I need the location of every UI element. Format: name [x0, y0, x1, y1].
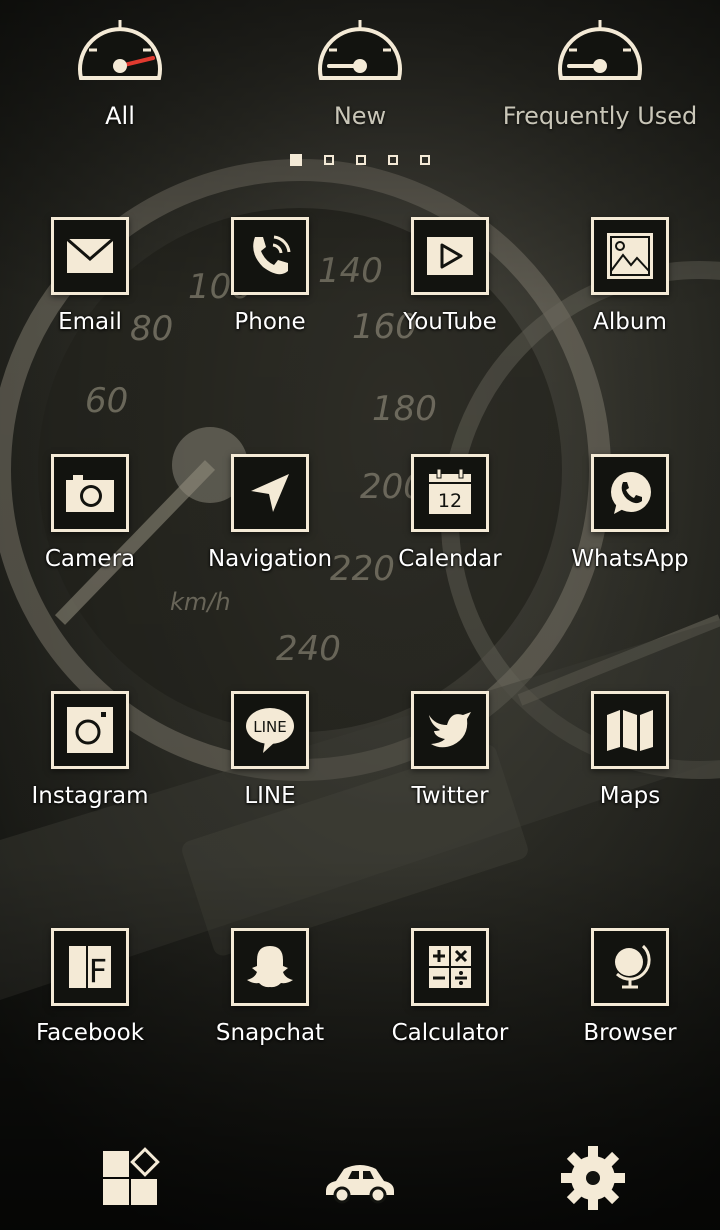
app-label: Album: [593, 309, 667, 335]
facebook-icon: F: [69, 946, 111, 990]
app-label: Maps: [599, 783, 661, 809]
settings-button[interactable]: [548, 1140, 638, 1216]
envelope-icon: [66, 237, 114, 273]
map-icon: [607, 710, 653, 751]
tab-label: Frequently Used: [502, 102, 698, 130]
app-label: Calculator: [391, 1020, 509, 1046]
app-navigation[interactable]: Navigation: [180, 454, 360, 614]
speedometer-icon: [78, 20, 162, 80]
app-whatsapp[interactable]: WhatsApp: [540, 454, 720, 614]
tab-all[interactable]: All: [0, 10, 240, 140]
ghost-icon: [247, 946, 293, 988]
app-label: Instagram: [31, 783, 149, 809]
app-label: Browser: [583, 1020, 677, 1046]
app-tile: [591, 454, 669, 532]
app-tile: [231, 928, 309, 1006]
widgets-button[interactable]: [84, 1140, 174, 1216]
app-tile: [591, 217, 669, 295]
tab-new[interactable]: New: [240, 10, 480, 140]
app-calendar[interactable]: 12 Calendar: [360, 454, 540, 614]
globe-icon: [615, 944, 651, 989]
app-label: Twitter: [411, 783, 489, 809]
instagram-icon: [67, 707, 113, 753]
app-label: Email: [58, 309, 122, 335]
app-tile: [411, 691, 489, 769]
app-camera[interactable]: Camera: [0, 454, 180, 614]
calendar-icon: 12: [429, 468, 471, 514]
app-maps[interactable]: Maps: [540, 691, 720, 851]
app-label: Facebook: [35, 1020, 145, 1046]
app-calculator[interactable]: Calculator: [360, 928, 540, 1088]
gear-icon: [561, 1146, 625, 1210]
app-tile: [231, 217, 309, 295]
app-youtube[interactable]: YouTube: [360, 217, 540, 377]
page-indicator: [0, 154, 720, 168]
speedometer-icon: [558, 20, 642, 80]
app-album[interactable]: Album: [540, 217, 720, 377]
page-dot[interactable]: [356, 155, 366, 165]
app-label: Phone: [234, 309, 306, 335]
app-phone[interactable]: Phone: [180, 217, 360, 377]
speedometer-icon: [318, 20, 402, 80]
arrow-icon: [251, 474, 289, 512]
app-tile: [231, 454, 309, 532]
tab-frequently-used[interactable]: Frequently Used: [480, 10, 720, 140]
line-logo-text: LINE: [253, 718, 286, 736]
app-label: LINE: [244, 783, 296, 809]
app-label: YouTube: [403, 309, 497, 335]
app-tile: LINE: [231, 691, 309, 769]
app-tile: [411, 217, 489, 295]
page-dot[interactable]: [388, 155, 398, 165]
page-dot-active[interactable]: [290, 154, 302, 166]
page-dot[interactable]: [420, 155, 430, 165]
app-tile: 12: [411, 454, 489, 532]
widgets-icon: [103, 1147, 160, 1205]
app-label: Calendar: [398, 546, 502, 572]
app-label: Navigation: [207, 546, 333, 572]
home-button[interactable]: [315, 1140, 405, 1216]
app-line[interactable]: LINE LINE: [180, 691, 360, 851]
calculator-icon: [429, 946, 471, 988]
phone-icon: [253, 235, 291, 275]
picture-icon: [607, 233, 653, 279]
app-instagram[interactable]: Instagram: [0, 691, 180, 851]
app-tile: F: [51, 928, 129, 1006]
app-tile: [51, 691, 129, 769]
app-label: WhatsApp: [571, 546, 689, 572]
app-tile: [51, 454, 129, 532]
bird-icon: [429, 712, 471, 748]
tab-label: New: [333, 102, 387, 130]
app-tile: [411, 928, 489, 1006]
app-twitter[interactable]: Twitter: [360, 691, 540, 851]
whatsapp-icon: [611, 472, 651, 514]
app-tile: [591, 928, 669, 1006]
app-email[interactable]: Email: [0, 217, 180, 377]
app-tile: [51, 217, 129, 295]
app-label: Snapchat: [215, 1020, 325, 1046]
app-tile: [591, 691, 669, 769]
app-label: Camera: [44, 546, 136, 572]
app-snapchat[interactable]: Snapchat: [180, 928, 360, 1088]
app-facebook[interactable]: F Facebook: [0, 928, 180, 1088]
line-bubble-icon: LINE: [246, 708, 294, 753]
car-icon: [326, 1165, 394, 1204]
calendar-day-text: 12: [438, 490, 462, 512]
page-dot[interactable]: [324, 155, 334, 165]
facebook-logo-text: F: [89, 952, 107, 990]
app-browser[interactable]: Browser: [540, 928, 720, 1088]
camera-icon: [66, 475, 114, 512]
play-icon: [427, 237, 473, 275]
tab-label: All: [105, 102, 135, 130]
